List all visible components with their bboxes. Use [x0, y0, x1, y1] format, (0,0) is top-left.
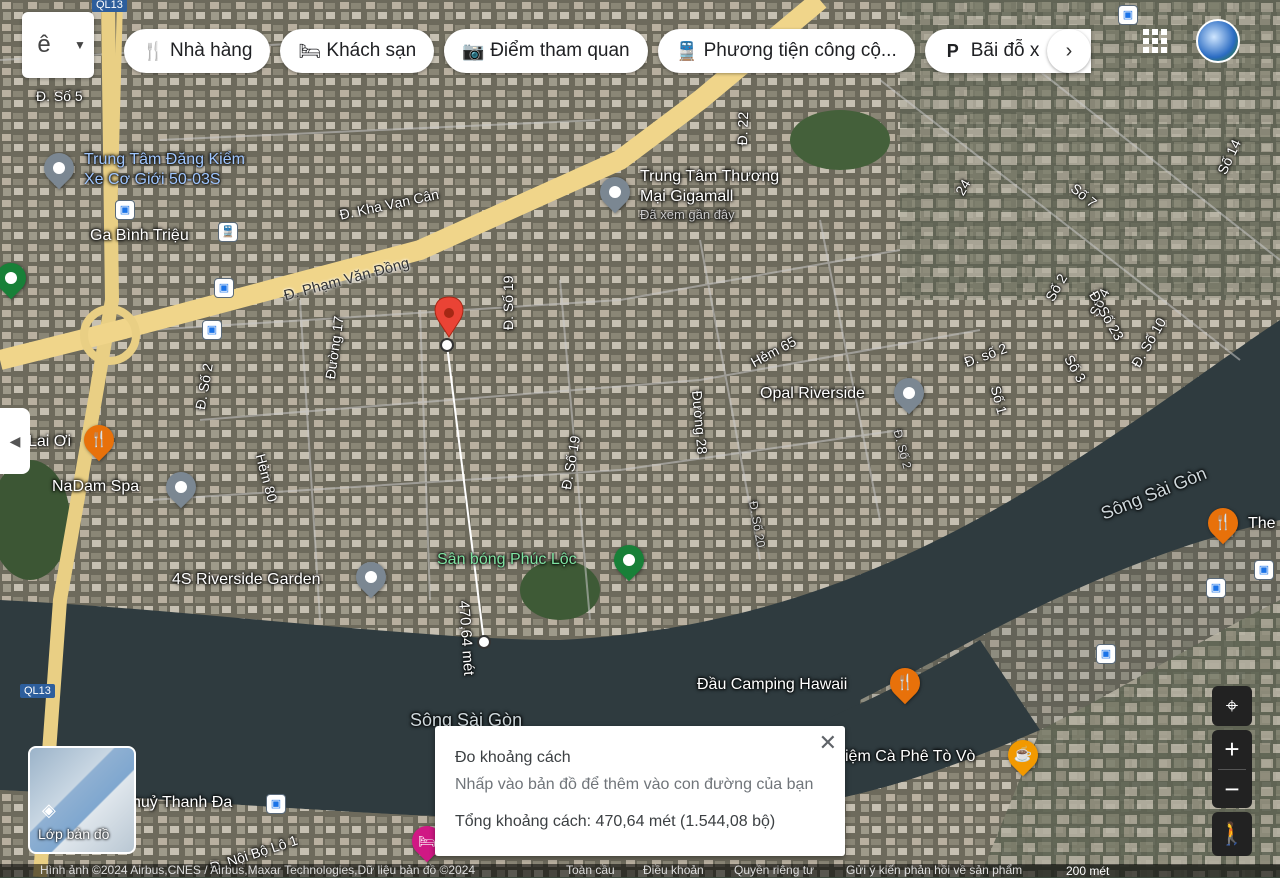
chip-label: Khách sạn [326, 40, 417, 61]
measure-end-point[interactable] [477, 635, 491, 649]
chevron-down-icon[interactable]: ▼ [66, 12, 94, 78]
attribution-text: Hình ảnh ©2024 Airbus,CNES / Airbus,Maxa… [40, 863, 476, 877]
bus-stop-icon[interactable]: ▣ [1118, 5, 1138, 25]
place-label-camping-hawaii[interactable]: Đầu Camping Hawaii [697, 676, 847, 694]
layers-icon: ◈ [42, 800, 56, 820]
footer-link-global[interactable]: Toàn cầu [566, 864, 615, 877]
road-label-so-19-top: Đ. Số 19 [500, 275, 516, 330]
scale-bar[interactable]: 200 mét [1066, 864, 1109, 878]
footer-link-terms[interactable]: Điều khoản [643, 864, 704, 877]
place-sublabel-gigamall: Đã xem gần đây [640, 207, 735, 222]
place-label-san-bong-phuc-loc[interactable]: Sân bóng Phúc Lộc [437, 551, 577, 569]
measure-start-point[interactable] [440, 338, 454, 352]
zoom-out-button[interactable]: − [1212, 770, 1252, 809]
layers-button[interactable]: ◈ Lớp bản đồ [28, 746, 136, 854]
chip-attractions[interactable]: 📷 Điểm tham quan [444, 29, 648, 73]
bus-stop-icon[interactable]: ▣ [214, 278, 234, 298]
restaurant-pin-icon[interactable]: 🍴 [77, 418, 121, 462]
transit-icon: 🚆 [675, 40, 699, 61]
category-chip-bar: 🍴 Nhà hàng 🛏 Khách sạn 📷 Điểm tham quan … [124, 29, 1091, 75]
place-label-lai-oi[interactable]: Lai Ơi [28, 433, 71, 451]
panel-hint: Nhấp vào bản đồ để thêm vào con đường củ… [455, 776, 814, 793]
bus-stop-icon[interactable]: ▣ [115, 200, 135, 220]
restaurant-pin-icon[interactable]: 🍴 [883, 661, 927, 705]
hotel-icon: 🛏 [298, 40, 322, 61]
chip-label: Nhà hàng [170, 40, 253, 61]
cafe-pin-icon[interactable]: ☕ [1001, 733, 1045, 777]
layers-label: Lớp bản đồ [38, 826, 110, 842]
bus-stop-icon[interactable]: ▣ [1254, 560, 1274, 580]
footer-link-feedback[interactable]: Gửi ý kiến phản hồi về sản phẩm [846, 864, 1022, 877]
bus-stop-icon[interactable]: ▣ [202, 320, 222, 340]
place-label-the[interactable]: The [1248, 515, 1276, 533]
chip-transit[interactable]: 🚆 Phương tiện công cộ... [657, 29, 915, 73]
place-label-gigamall[interactable]: Trung Tâm Thương Mại Gigamall [640, 167, 779, 207]
menu-glyph[interactable]: ê [22, 12, 66, 78]
close-icon[interactable]: ✕ [819, 730, 837, 756]
chip-label: Bãi đỗ x [970, 40, 1040, 61]
menu-control[interactable]: ê ▼ [22, 12, 94, 78]
camera-icon: 📷 [462, 40, 485, 61]
place-label-dang-kiem[interactable]: Trung Tâm Đăng Kiểm Xe Cơ Giới 50-03S [84, 150, 245, 190]
zoom-control: + − [1212, 730, 1252, 808]
highway-shield-ql13-bottom: QL13 [20, 684, 55, 698]
place-label-nadam-spa[interactable]: NaDam Spa [52, 478, 139, 496]
place-label-ga-binh-trieu[interactable]: Ga Bình Triệu [90, 227, 189, 245]
crosshair-icon: ⌖ [1225, 693, 1239, 718]
zoom-in-button[interactable]: + [1212, 730, 1252, 769]
panel-title: Đo khoảng cách [455, 749, 571, 766]
highway-shield-ql13-top: QL13 [92, 0, 127, 12]
place-label-ca-phe-to-vo[interactable]: iệm Cà Phê Tò Vò [845, 748, 975, 766]
my-location-button[interactable]: ⌖ [1212, 686, 1252, 726]
place-label-thanh-da[interactable]: huỷ Thanh Đa [132, 794, 232, 812]
total-distance: Tổng khoảng cách: 470,64 mét (1.544,08 b… [455, 813, 776, 830]
collapse-panel-button[interactable]: ◀ [0, 408, 30, 474]
restaurant-icon: 🍴 [142, 40, 165, 61]
road-label-d-22: Đ. 22 [734, 111, 752, 146]
bus-stop-icon[interactable]: ▣ [1096, 644, 1116, 664]
place-label-opal-riverside[interactable]: Opal Riverside [760, 385, 865, 403]
chevron-right-icon[interactable]: › [1047, 29, 1091, 73]
chip-restaurants[interactable]: 🍴 Nhà hàng [124, 29, 271, 73]
road-label-so-5: Đ. Số 5 [36, 88, 83, 104]
restaurant-pin-icon[interactable]: 🍴 [1201, 501, 1245, 545]
measure-distance-panel: Đo khoảng cách Nhấp vào bản đồ để thêm v… [435, 726, 845, 856]
bus-stop-icon[interactable]: ▣ [1206, 578, 1226, 598]
footer-link-privacy[interactable]: Quyền riêng tư [734, 864, 814, 877]
train-station-icon[interactable]: 🚆 [218, 222, 238, 242]
chip-label: Điểm tham quan [490, 40, 630, 61]
place-label-4s-riverside-garden[interactable]: 4S Riverside Garden [172, 571, 321, 589]
chip-label: Phương tiện công cộ... [703, 40, 897, 61]
pegman-icon[interactable]: 🚶 [1212, 812, 1252, 856]
bus-stop-icon[interactable]: ▣ [266, 794, 286, 814]
parking-icon: P [946, 40, 959, 61]
chip-hotels[interactable]: 🛏 Khách sạn [280, 29, 435, 73]
avatar[interactable] [1196, 19, 1240, 63]
apps-grid-icon[interactable] [1143, 29, 1167, 53]
